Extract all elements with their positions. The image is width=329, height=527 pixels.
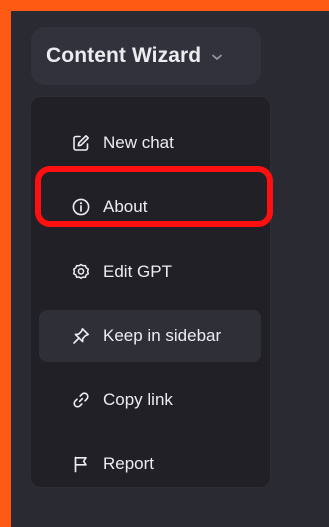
menu-item-label: Report: [103, 454, 155, 473]
flag-icon: [70, 453, 92, 475]
menu-item-about[interactable]: About: [39, 181, 261, 233]
menu-item-label: New chat: [103, 133, 174, 152]
pin-icon: [70, 325, 92, 347]
menu-item-label: Copy link: [103, 390, 173, 409]
menu-item-new-chat[interactable]: New chat: [39, 117, 261, 169]
app-frame: Content Wizard New chat About Edit GPT K…: [11, 11, 329, 527]
link-icon: [70, 389, 92, 411]
menu-item-keep-in-sidebar[interactable]: Keep in sidebar: [39, 310, 261, 362]
gpt-title: Content Wizard: [46, 44, 202, 67]
pencil-square-icon: [70, 132, 92, 154]
gpt-title-dropdown[interactable]: Content Wizard: [31, 27, 261, 85]
menu-item-edit-gpt[interactable]: Edit GPT: [39, 246, 261, 298]
menu-item-copy-link[interactable]: Copy link: [39, 374, 261, 426]
gpt-options-menu: New chat About Edit GPT Keep in sidebar: [31, 97, 270, 487]
menu-item-label: Keep in sidebar: [103, 326, 222, 345]
gear-icon: [70, 261, 92, 283]
menu-item-report[interactable]: Report: [39, 438, 261, 490]
info-icon: [70, 196, 92, 218]
menu-item-label: About: [103, 197, 148, 216]
chevron-down-icon: [211, 50, 223, 62]
menu-item-label: Edit GPT: [103, 262, 172, 281]
